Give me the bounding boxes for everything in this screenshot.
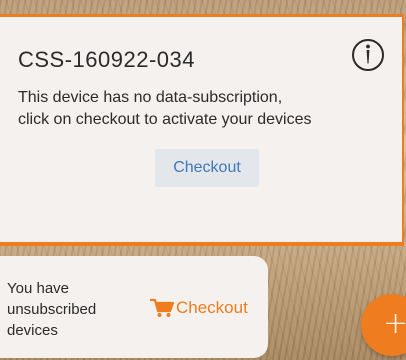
plus-icon: + xyxy=(383,306,406,341)
add-device-fab[interactable]: + xyxy=(361,294,406,356)
no-subscription-message: This device has no data-subscription, cl… xyxy=(18,87,378,131)
checkout-button[interactable]: Checkout xyxy=(155,149,259,187)
cart-icon xyxy=(149,298,175,318)
banner-line: devices xyxy=(7,322,58,339)
info-icon[interactable] xyxy=(352,39,384,71)
banner-line: You have xyxy=(7,280,70,297)
banner-line: unsubscribed xyxy=(7,301,97,318)
message-line: This device has no data-subscription, xyxy=(18,89,283,106)
device-id-title: CSS-160922-034 xyxy=(18,47,196,72)
banner-checkout-link[interactable]: Checkout xyxy=(149,296,248,320)
unsubscribed-message: You have unsubscribed devices xyxy=(7,278,127,341)
banner-checkout-label: Checkout xyxy=(176,298,248,317)
message-line: click on checkout to activate your devic… xyxy=(18,111,312,128)
unsubscribed-banner: You have unsubscribed devices Checkout xyxy=(0,256,268,358)
device-card: CSS-160922-034 This device has no data-s… xyxy=(0,14,404,246)
